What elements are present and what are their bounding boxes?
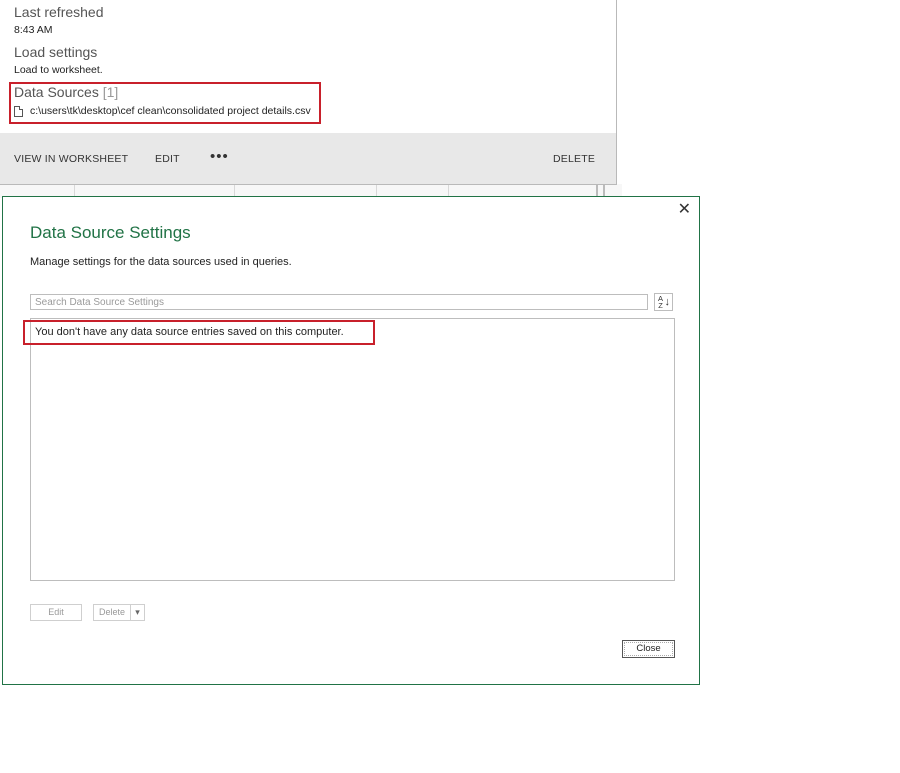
- close-icon[interactable]: ✕: [678, 200, 691, 220]
- close-button[interactable]: Close: [622, 640, 675, 658]
- load-settings-value: Load to worksheet.: [14, 64, 103, 76]
- dialog-subtitle: Manage settings for the data sources use…: [30, 256, 292, 268]
- query-toolbar: VIEW IN WORKSHEET EDIT ••• DELETE: [0, 133, 616, 184]
- search-input[interactable]: [30, 294, 648, 310]
- last-refreshed-value: 8:43 AM: [14, 24, 53, 36]
- annotation-highlight-box: [23, 320, 375, 345]
- sort-arrow-icon: ↓: [664, 296, 671, 308]
- dialog-title: Data Source Settings: [30, 223, 191, 242]
- scrollbar-edge: [596, 184, 598, 196]
- data-source-list: [30, 318, 675, 581]
- sort-az-letters: AZ: [658, 294, 664, 310]
- more-options-icon[interactable]: •••: [210, 148, 229, 165]
- edit-button[interactable]: EDIT: [155, 153, 180, 165]
- load-settings-label: Load settings: [14, 44, 98, 60]
- edit-permissions-button[interactable]: Edit: [30, 604, 82, 621]
- query-details-panel: Last refreshed 8:43 AM Load settings Loa…: [0, 0, 617, 185]
- last-refreshed-label: Last refreshed: [14, 4, 104, 20]
- sort-az-icon[interactable]: AZ ↓: [654, 293, 673, 311]
- annotation-highlight-box: [9, 82, 321, 124]
- delete-dropdown-icon[interactable]: ▾: [130, 604, 145, 621]
- scrollbar-edge: [603, 184, 605, 196]
- view-in-worksheet-button[interactable]: VIEW IN WORKSHEET: [14, 153, 128, 165]
- focus-ring: [624, 642, 673, 656]
- delete-button[interactable]: DELETE: [553, 153, 595, 165]
- delete-permissions-button[interactable]: Delete: [93, 604, 131, 621]
- data-source-settings-dialog: ✕ Data Source Settings Manage settings f…: [2, 196, 700, 685]
